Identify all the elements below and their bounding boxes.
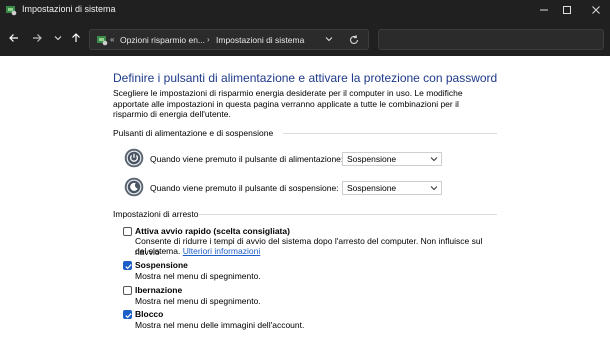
hibernate-description: Mostra nel menu di spegnimento. (135, 296, 261, 306)
sleep-title: Sospensione (135, 260, 188, 270)
sleep-description: Mostra nel menu di spegnimento. (135, 271, 261, 281)
forward-button[interactable] (28, 29, 46, 47)
sleep-button-action-value: Sospensione (347, 183, 397, 193)
arrow-up-icon (72, 33, 80, 42)
navigation-bar: « Opzioni risparmio en... › Impostazioni… (0, 20, 610, 56)
window-title: Impostazioni di sistema (22, 4, 116, 14)
buttons-section-label: Pulsanti di alimentazione e di sospensio… (113, 128, 274, 138)
hibernate-title: Ibernazione (135, 285, 183, 295)
breadcrumb-overflow[interactable]: « (110, 35, 114, 44)
chevron-down-icon (430, 157, 438, 162)
address-dropdown-icon[interactable] (324, 34, 334, 44)
close-icon (592, 6, 600, 14)
back-button[interactable] (5, 29, 23, 47)
section-divider (283, 133, 497, 134)
sleep-button-action-select[interactable]: Sospensione (342, 181, 442, 195)
lock-title: Blocco (135, 309, 164, 319)
lock-description: Mostra nel menu delle immagini dell'acco… (135, 320, 305, 330)
fast-startup-checkbox[interactable] (123, 227, 132, 236)
close-button[interactable] (574, 0, 610, 20)
power-button-action-value: Sospensione (347, 154, 397, 164)
checkmark-icon (125, 264, 132, 270)
page-title: Definire i pulsanti di alimentazione e a… (113, 71, 498, 85)
sleep-button-icon (124, 177, 144, 197)
breadcrumb-system-settings[interactable]: Impostazioni di sistema (216, 35, 304, 45)
fast-startup-description-end: del sistema. (135, 246, 181, 256)
sleep-button-label: Quando viene premuto il pulsante di sosp… (150, 183, 339, 193)
page-description: Scegliere le impostazioni di risparmio e… (113, 88, 463, 119)
up-button[interactable] (67, 29, 85, 47)
recent-locations-button[interactable] (49, 29, 67, 47)
hibernate-checkbox[interactable] (123, 286, 132, 295)
sleep-checkbox[interactable] (123, 261, 132, 270)
control-panel-icon (6, 6, 17, 16)
checkmark-icon (125, 313, 132, 319)
maximize-icon (563, 6, 571, 14)
breadcrumb-separator[interactable]: › (207, 35, 210, 44)
power-button-icon (124, 148, 144, 168)
more-info-link[interactable]: Ulteriori informazioni (183, 246, 260, 256)
chevron-down-icon (430, 186, 438, 191)
title-bar: Impostazioni di sistema (0, 0, 610, 20)
chevron-down-icon (54, 36, 62, 41)
refresh-icon[interactable] (348, 34, 360, 46)
power-button-label: Quando viene premuto il pulsante di alim… (150, 154, 344, 164)
fast-startup-title: Attiva avvio rapido (scelta consigliata) (135, 226, 290, 236)
power-button-action-select[interactable]: Sospensione (342, 152, 442, 166)
search-input[interactable] (378, 29, 604, 50)
address-bar[interactable]: « Opzioni risparmio en... › Impostazioni… (89, 29, 369, 50)
arrow-right-icon (33, 34, 42, 42)
breadcrumb-power-options[interactable]: Opzioni risparmio en... (120, 35, 205, 45)
arrow-left-icon (9, 34, 18, 42)
control-panel-icon (97, 36, 108, 46)
section-divider (199, 214, 497, 215)
lock-checkbox[interactable] (123, 310, 132, 319)
fast-startup-description-2: del sistema. Ulteriori informazioni (135, 246, 495, 257)
shutdown-section-label: Impostazioni di arresto (113, 209, 199, 219)
